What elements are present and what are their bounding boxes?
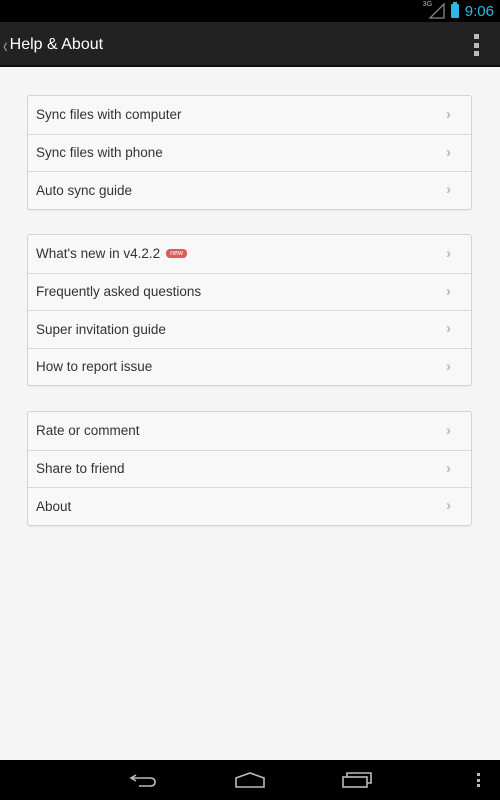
page-title: Help & About	[9, 35, 104, 53]
list-item-share[interactable]: Share to friend ›	[28, 449, 471, 488]
item-label: About	[36, 498, 72, 514]
item-label: Sync files with phone	[36, 145, 163, 161]
back-button[interactable]	[113, 760, 173, 800]
home-icon	[235, 772, 265, 788]
signal-icon: 3G	[423, 1, 445, 19]
overflow-menu-icon[interactable]	[477, 773, 480, 787]
settings-group-help: What's new in v4.2.2 new › Frequently as…	[27, 234, 472, 386]
item-label: Sync files with computer	[36, 107, 182, 123]
chevron-right-icon: ›	[446, 421, 451, 439]
network-type: 3G	[422, 1, 433, 8]
chevron-right-icon: ›	[446, 459, 451, 477]
overflow-dot	[474, 51, 479, 56]
chevron-right-icon: ›	[446, 357, 451, 375]
list-item-auto-sync-guide[interactable]: Auto sync guide ›	[28, 171, 471, 209]
new-badge: new	[166, 249, 187, 259]
chevron-right-icon: ›	[446, 181, 451, 199]
overflow-dot	[477, 778, 480, 782]
recents-icon	[342, 772, 372, 788]
item-label: Share to friend	[36, 461, 125, 477]
list-item-sync-computer[interactable]: Sync files with computer ›	[28, 96, 471, 134]
settings-group-about: Rate or comment › Share to friend › Abou…	[27, 411, 472, 526]
chevron-left-icon: ‹	[3, 32, 8, 57]
item-label: Auto sync guide	[36, 182, 133, 198]
chevron-right-icon: ›	[446, 320, 451, 338]
list-item-whats-new[interactable]: What's new in v4.2.2 new ›	[28, 235, 471, 273]
list-item-about[interactable]: About ›	[28, 487, 471, 525]
list-item-faq[interactable]: Frequently asked questions ›	[28, 272, 471, 311]
status-bar: 3G 9:06	[0, 0, 500, 22]
clock: 9:06	[464, 2, 494, 20]
battery-icon	[450, 2, 459, 18]
item-label: Super invitation guide	[36, 321, 166, 337]
item-label: Frequently asked questions	[36, 284, 202, 300]
item-label: What's new in v4.2.2	[36, 246, 161, 262]
navigation-bar	[0, 760, 500, 800]
action-bar: ‹ Help & About	[0, 22, 500, 67]
recents-button[interactable]	[327, 760, 387, 800]
back-icon	[129, 774, 156, 787]
overflow-dot	[477, 784, 480, 787]
home-button[interactable]	[220, 760, 280, 800]
item-label: Rate or comment	[36, 423, 140, 439]
list-item-report-issue[interactable]: How to report issue ›	[28, 347, 471, 386]
chevron-right-icon: ›	[446, 143, 451, 161]
settings-group-sync: Sync files with computer › Sync files wi…	[27, 95, 472, 210]
overflow-dot	[477, 773, 480, 776]
item-label: How to report issue	[36, 359, 153, 375]
status-icons: 3G 9:06	[423, 0, 494, 22]
overflow-dot	[474, 34, 479, 39]
chevron-right-icon: ›	[446, 105, 451, 123]
list-item-sync-phone[interactable]: Sync files with phone ›	[28, 133, 471, 172]
chevron-right-icon: ›	[446, 497, 451, 515]
chevron-right-icon: ›	[446, 282, 451, 300]
list-item-rate[interactable]: Rate or comment ›	[28, 412, 471, 450]
overflow-dot	[474, 42, 479, 48]
chevron-right-icon: ›	[446, 244, 451, 262]
up-button[interactable]: ‹ Help & About	[0, 22, 103, 67]
overflow-menu-button[interactable]	[474, 34, 480, 56]
list-item-invitation-guide[interactable]: Super invitation guide ›	[28, 310, 471, 348]
